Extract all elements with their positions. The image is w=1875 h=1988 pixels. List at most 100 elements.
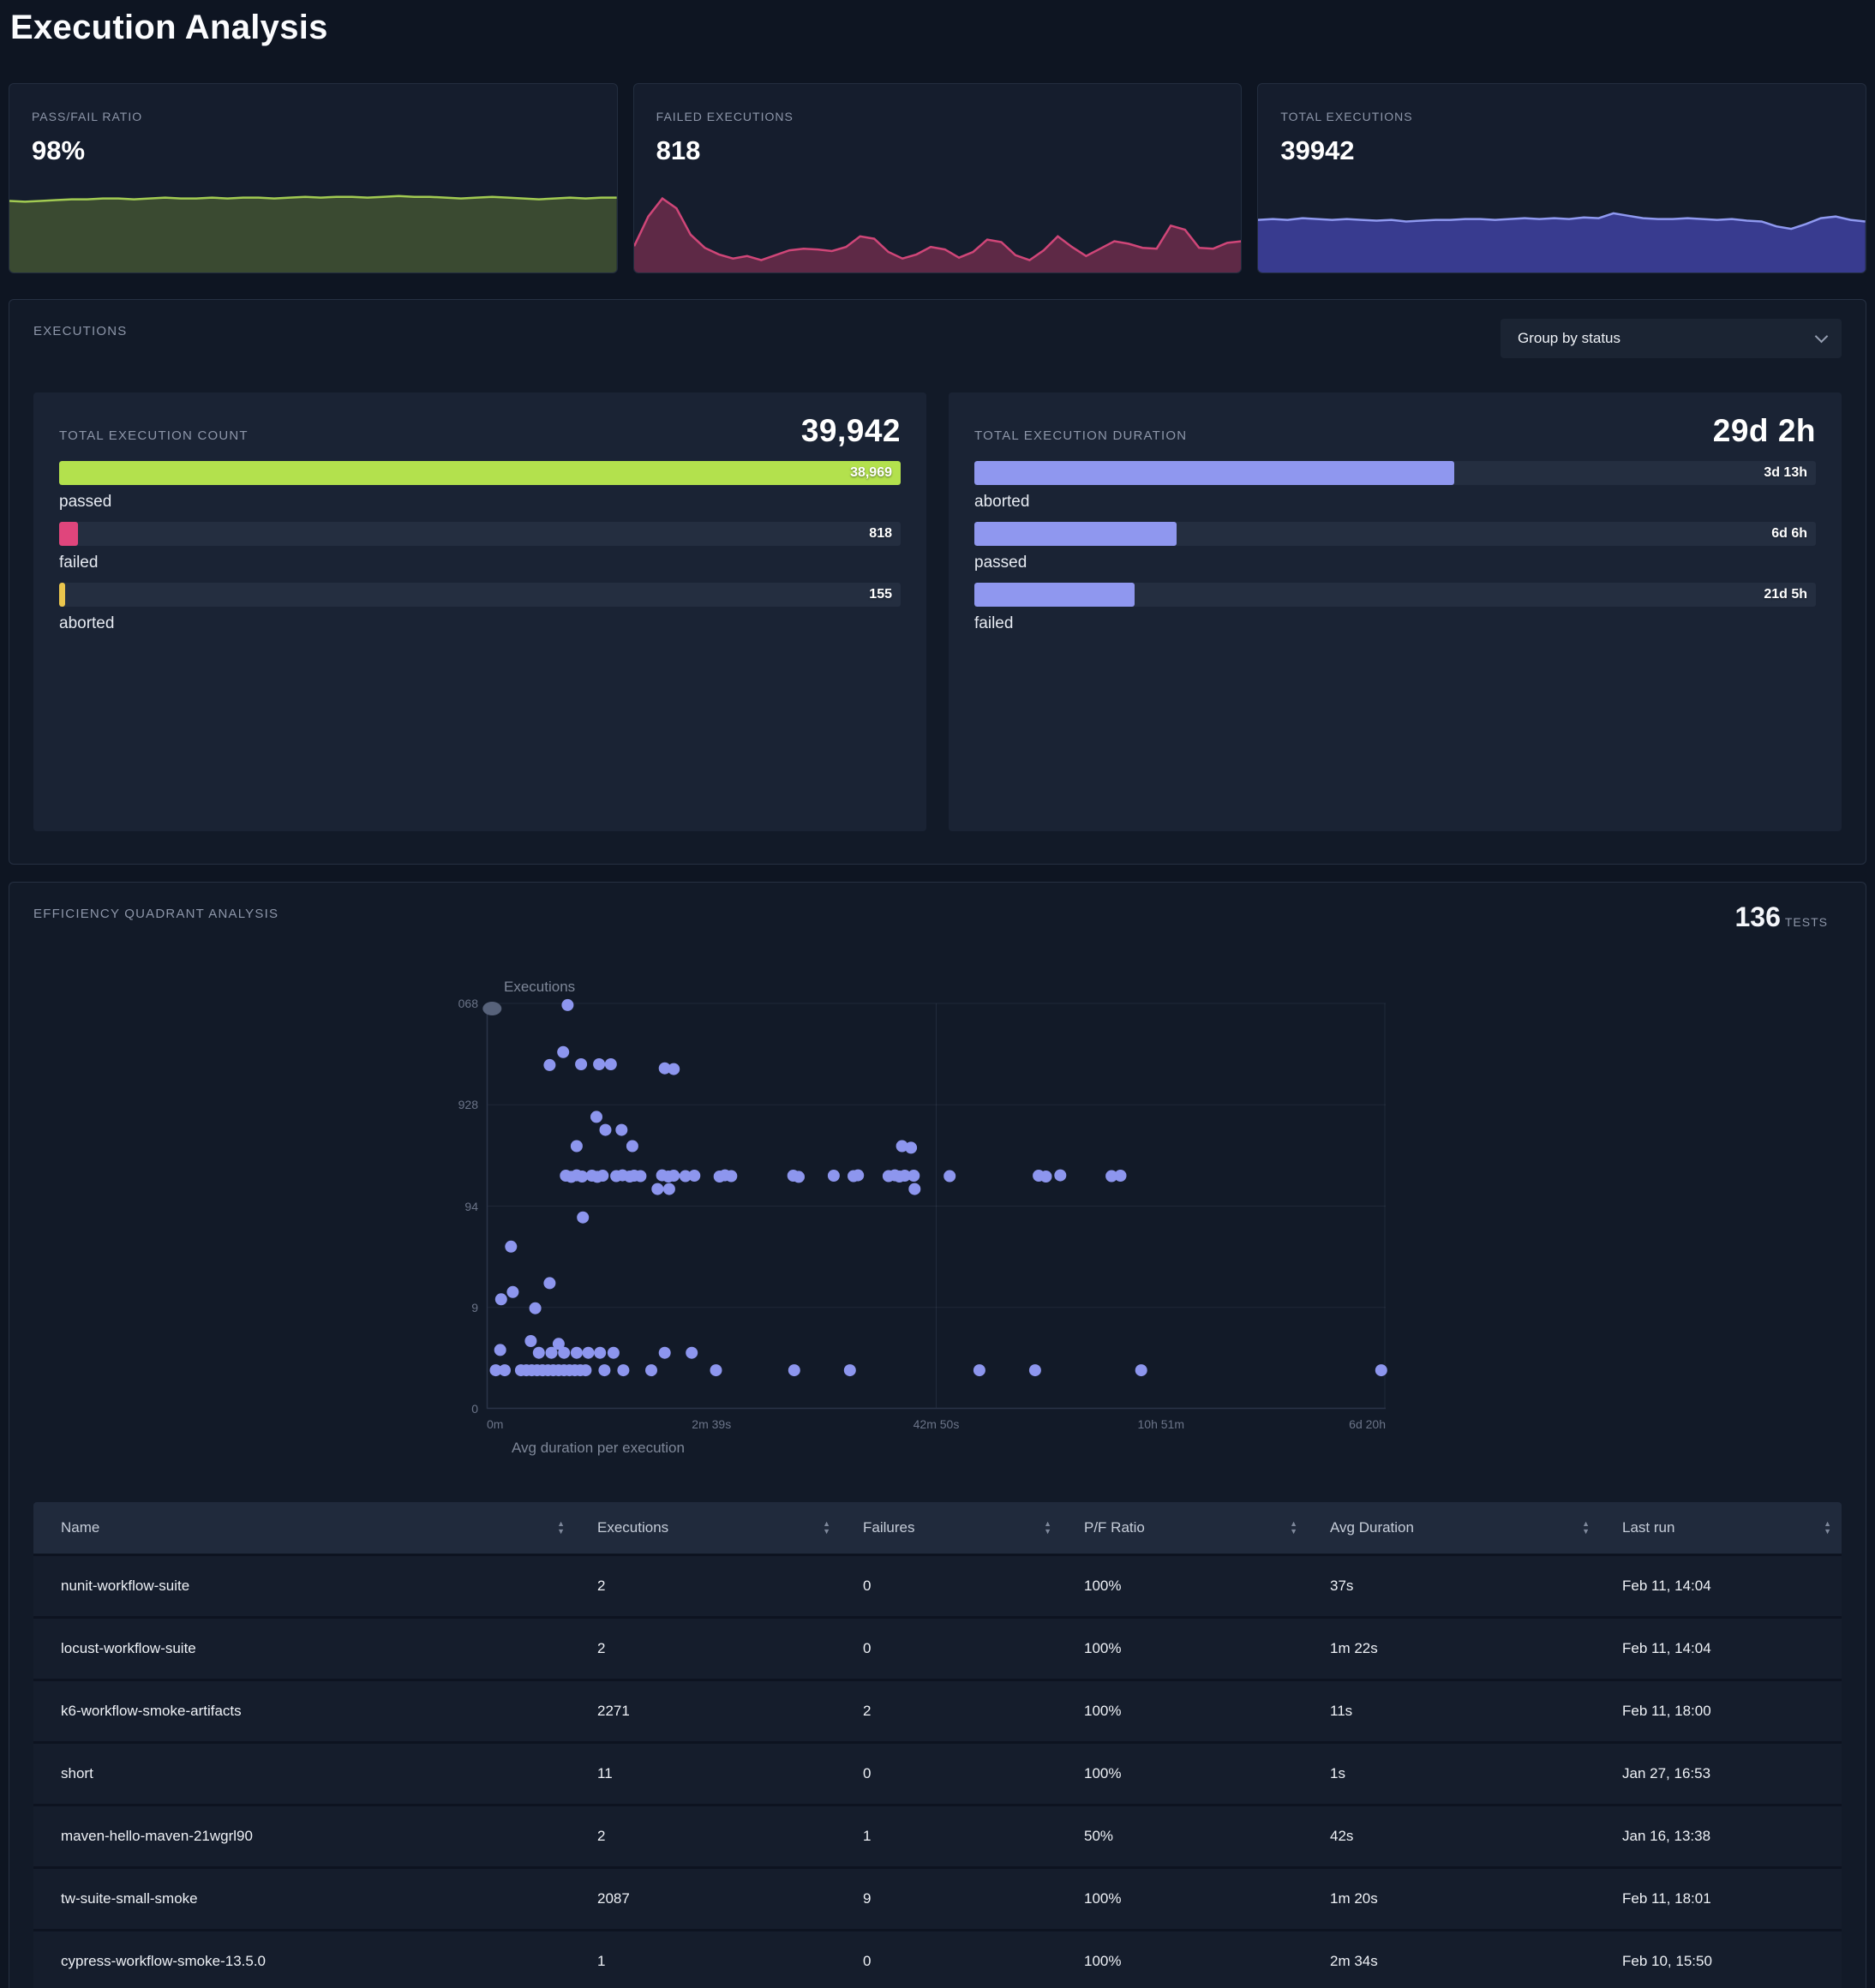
scatter-point[interactable] xyxy=(561,999,573,1011)
scatter-point[interactable] xyxy=(605,1058,617,1070)
scatter-point[interactable] xyxy=(1115,1170,1127,1182)
scatter-point[interactable] xyxy=(828,1170,840,1182)
table-row[interactable]: k6-workflow-smoke-artifacts22712100%11sF… xyxy=(33,1679,1842,1741)
table-cell: 50% xyxy=(1062,1828,1308,1845)
scatter-point[interactable] xyxy=(524,1335,536,1347)
status-bar-row-failed: 21d 5hfailed xyxy=(974,583,1816,633)
scatter-point[interactable] xyxy=(668,1170,680,1182)
scatter-point[interactable] xyxy=(495,1293,507,1305)
efficiency-scatter-chart[interactable] xyxy=(487,1003,1386,1409)
bar-track: 21d 5h xyxy=(974,583,1816,607)
chevron-down-icon xyxy=(1815,329,1829,343)
scatter-point[interactable] xyxy=(788,1364,800,1376)
column-header-p-f-ratio[interactable]: P/F Ratio▲▼ xyxy=(1062,1502,1308,1554)
scatter-point[interactable] xyxy=(533,1347,545,1359)
column-header-name[interactable]: Name ▲▼ xyxy=(33,1502,575,1554)
table-cell: 1m 22s xyxy=(1308,1640,1600,1657)
pass-fail-sparkline-chart xyxy=(9,190,617,272)
sort-icon[interactable]: ▲▼ xyxy=(823,1520,830,1536)
sort-icon[interactable]: ▲▼ xyxy=(557,1520,565,1536)
column-header-label: Executions xyxy=(575,1519,668,1536)
scatter-point[interactable] xyxy=(575,1058,587,1070)
table-row[interactable]: cypress-workflow-smoke-13.5.010100%2m 34… xyxy=(33,1929,1842,1988)
column-header-executions[interactable]: Executions ▲▼ xyxy=(575,1502,841,1554)
table-cell: 1s xyxy=(1308,1765,1600,1782)
sort-icon[interactable]: ▲▼ xyxy=(1824,1520,1831,1536)
scatter-point[interactable] xyxy=(557,1046,569,1058)
kpi-row: PASS/FAIL RATIO 98% FAILED EXECUTIONS 81… xyxy=(9,83,1866,273)
scatter-point[interactable] xyxy=(668,1063,680,1075)
tests-count-number: 136 xyxy=(1734,901,1780,933)
scatter-point[interactable] xyxy=(596,1170,608,1182)
scatter-point[interactable] xyxy=(506,1286,518,1298)
sort-icon[interactable]: ▲▼ xyxy=(1290,1520,1297,1536)
column-header-avg-duration[interactable]: Avg Duration▲▼ xyxy=(1308,1502,1600,1554)
table-row[interactable]: maven-hello-maven-21wgrl902150%42sJan 16… xyxy=(33,1804,1842,1866)
scatter-point[interactable] xyxy=(645,1364,657,1376)
sort-icon[interactable]: ▲▼ xyxy=(1044,1520,1051,1536)
scatter-point[interactable] xyxy=(558,1347,570,1359)
table-cell: 2m 34s xyxy=(1308,1953,1600,1970)
y-tick-label: 9 xyxy=(432,1301,478,1314)
scatter-point[interactable] xyxy=(499,1364,511,1376)
scatter-point[interactable] xyxy=(1135,1364,1147,1376)
scatter-point[interactable] xyxy=(943,1171,955,1183)
scatter-point[interactable] xyxy=(852,1170,864,1182)
scatter-point[interactable] xyxy=(688,1170,700,1182)
table-cell: 0 xyxy=(841,1765,1062,1782)
table-row[interactable]: nunit-workflow-suite20100%37sFeb 11, 14:… xyxy=(33,1554,1842,1616)
group-by-select[interactable]: Group by status xyxy=(1501,319,1842,358)
column-header-label: Name xyxy=(33,1519,99,1536)
scatter-point[interactable] xyxy=(593,1058,605,1070)
table-row[interactable]: locust-workflow-suite20100%1m 22sFeb 11,… xyxy=(33,1616,1842,1679)
scatter-point[interactable] xyxy=(973,1364,985,1376)
bar-status-label: failed xyxy=(59,554,901,572)
table-row[interactable]: short110100%1sJan 27, 16:53 xyxy=(33,1741,1842,1804)
scatter-point[interactable] xyxy=(494,1344,506,1356)
scatter-point[interactable] xyxy=(577,1212,589,1224)
column-header-last-run[interactable]: Last run▲▼ xyxy=(1600,1502,1842,1554)
failed-executions-sparkline-chart xyxy=(634,190,1242,272)
scatter-point[interactable] xyxy=(583,1347,595,1359)
table-row[interactable]: tw-suite-small-smoke20879100%1m 20sFeb 1… xyxy=(33,1866,1842,1929)
scatter-point[interactable] xyxy=(543,1277,555,1289)
scatter-point[interactable] xyxy=(571,1141,583,1153)
scatter-point[interactable] xyxy=(590,1111,602,1123)
sort-icon[interactable]: ▲▼ xyxy=(1582,1520,1590,1536)
scatter-point[interactable] xyxy=(571,1347,583,1359)
scatter-point[interactable] xyxy=(908,1183,920,1195)
scatter-point[interactable] xyxy=(546,1347,558,1359)
table-cell: 11 xyxy=(575,1765,841,1782)
kpi-label: FAILED EXECUTIONS xyxy=(656,110,1242,123)
scatter-point[interactable] xyxy=(1375,1364,1387,1376)
scatter-point[interactable] xyxy=(844,1364,856,1376)
scatter-point[interactable] xyxy=(617,1364,629,1376)
column-header-failures[interactable]: Failures▲▼ xyxy=(841,1502,1062,1554)
scatter-point[interactable] xyxy=(659,1347,671,1359)
scatter-point[interactable] xyxy=(793,1171,805,1183)
scatter-point[interactable] xyxy=(725,1171,737,1183)
scatter-point[interactable] xyxy=(530,1302,542,1314)
scatter-point[interactable] xyxy=(543,1059,555,1071)
scatter-point[interactable] xyxy=(651,1183,663,1195)
scatter-point[interactable] xyxy=(686,1347,698,1359)
scatter-point[interactable] xyxy=(1054,1170,1066,1182)
scatter-point[interactable] xyxy=(663,1183,675,1195)
scatter-point[interactable] xyxy=(1040,1171,1052,1183)
scatter-point[interactable] xyxy=(634,1171,646,1183)
table-cell: 0 xyxy=(841,1953,1062,1970)
scatter-point[interactable] xyxy=(579,1364,591,1376)
scatter-point[interactable] xyxy=(505,1241,517,1253)
scatter-point[interactable] xyxy=(608,1347,620,1359)
scatter-point[interactable] xyxy=(710,1364,722,1376)
scatter-point[interactable] xyxy=(594,1347,606,1359)
scatter-point[interactable] xyxy=(905,1141,917,1153)
scatter-point[interactable] xyxy=(615,1124,627,1136)
scatter-point[interactable] xyxy=(600,1124,612,1136)
scatter-point[interactable] xyxy=(908,1170,920,1182)
scatter-point[interactable] xyxy=(626,1141,638,1153)
kpi-card-total-executions: TOTAL EXECUTIONS 39942 xyxy=(1257,83,1866,273)
scatter-point[interactable] xyxy=(1029,1364,1041,1376)
scatter-point[interactable] xyxy=(598,1364,610,1376)
scatter-svg xyxy=(487,1003,1386,1409)
